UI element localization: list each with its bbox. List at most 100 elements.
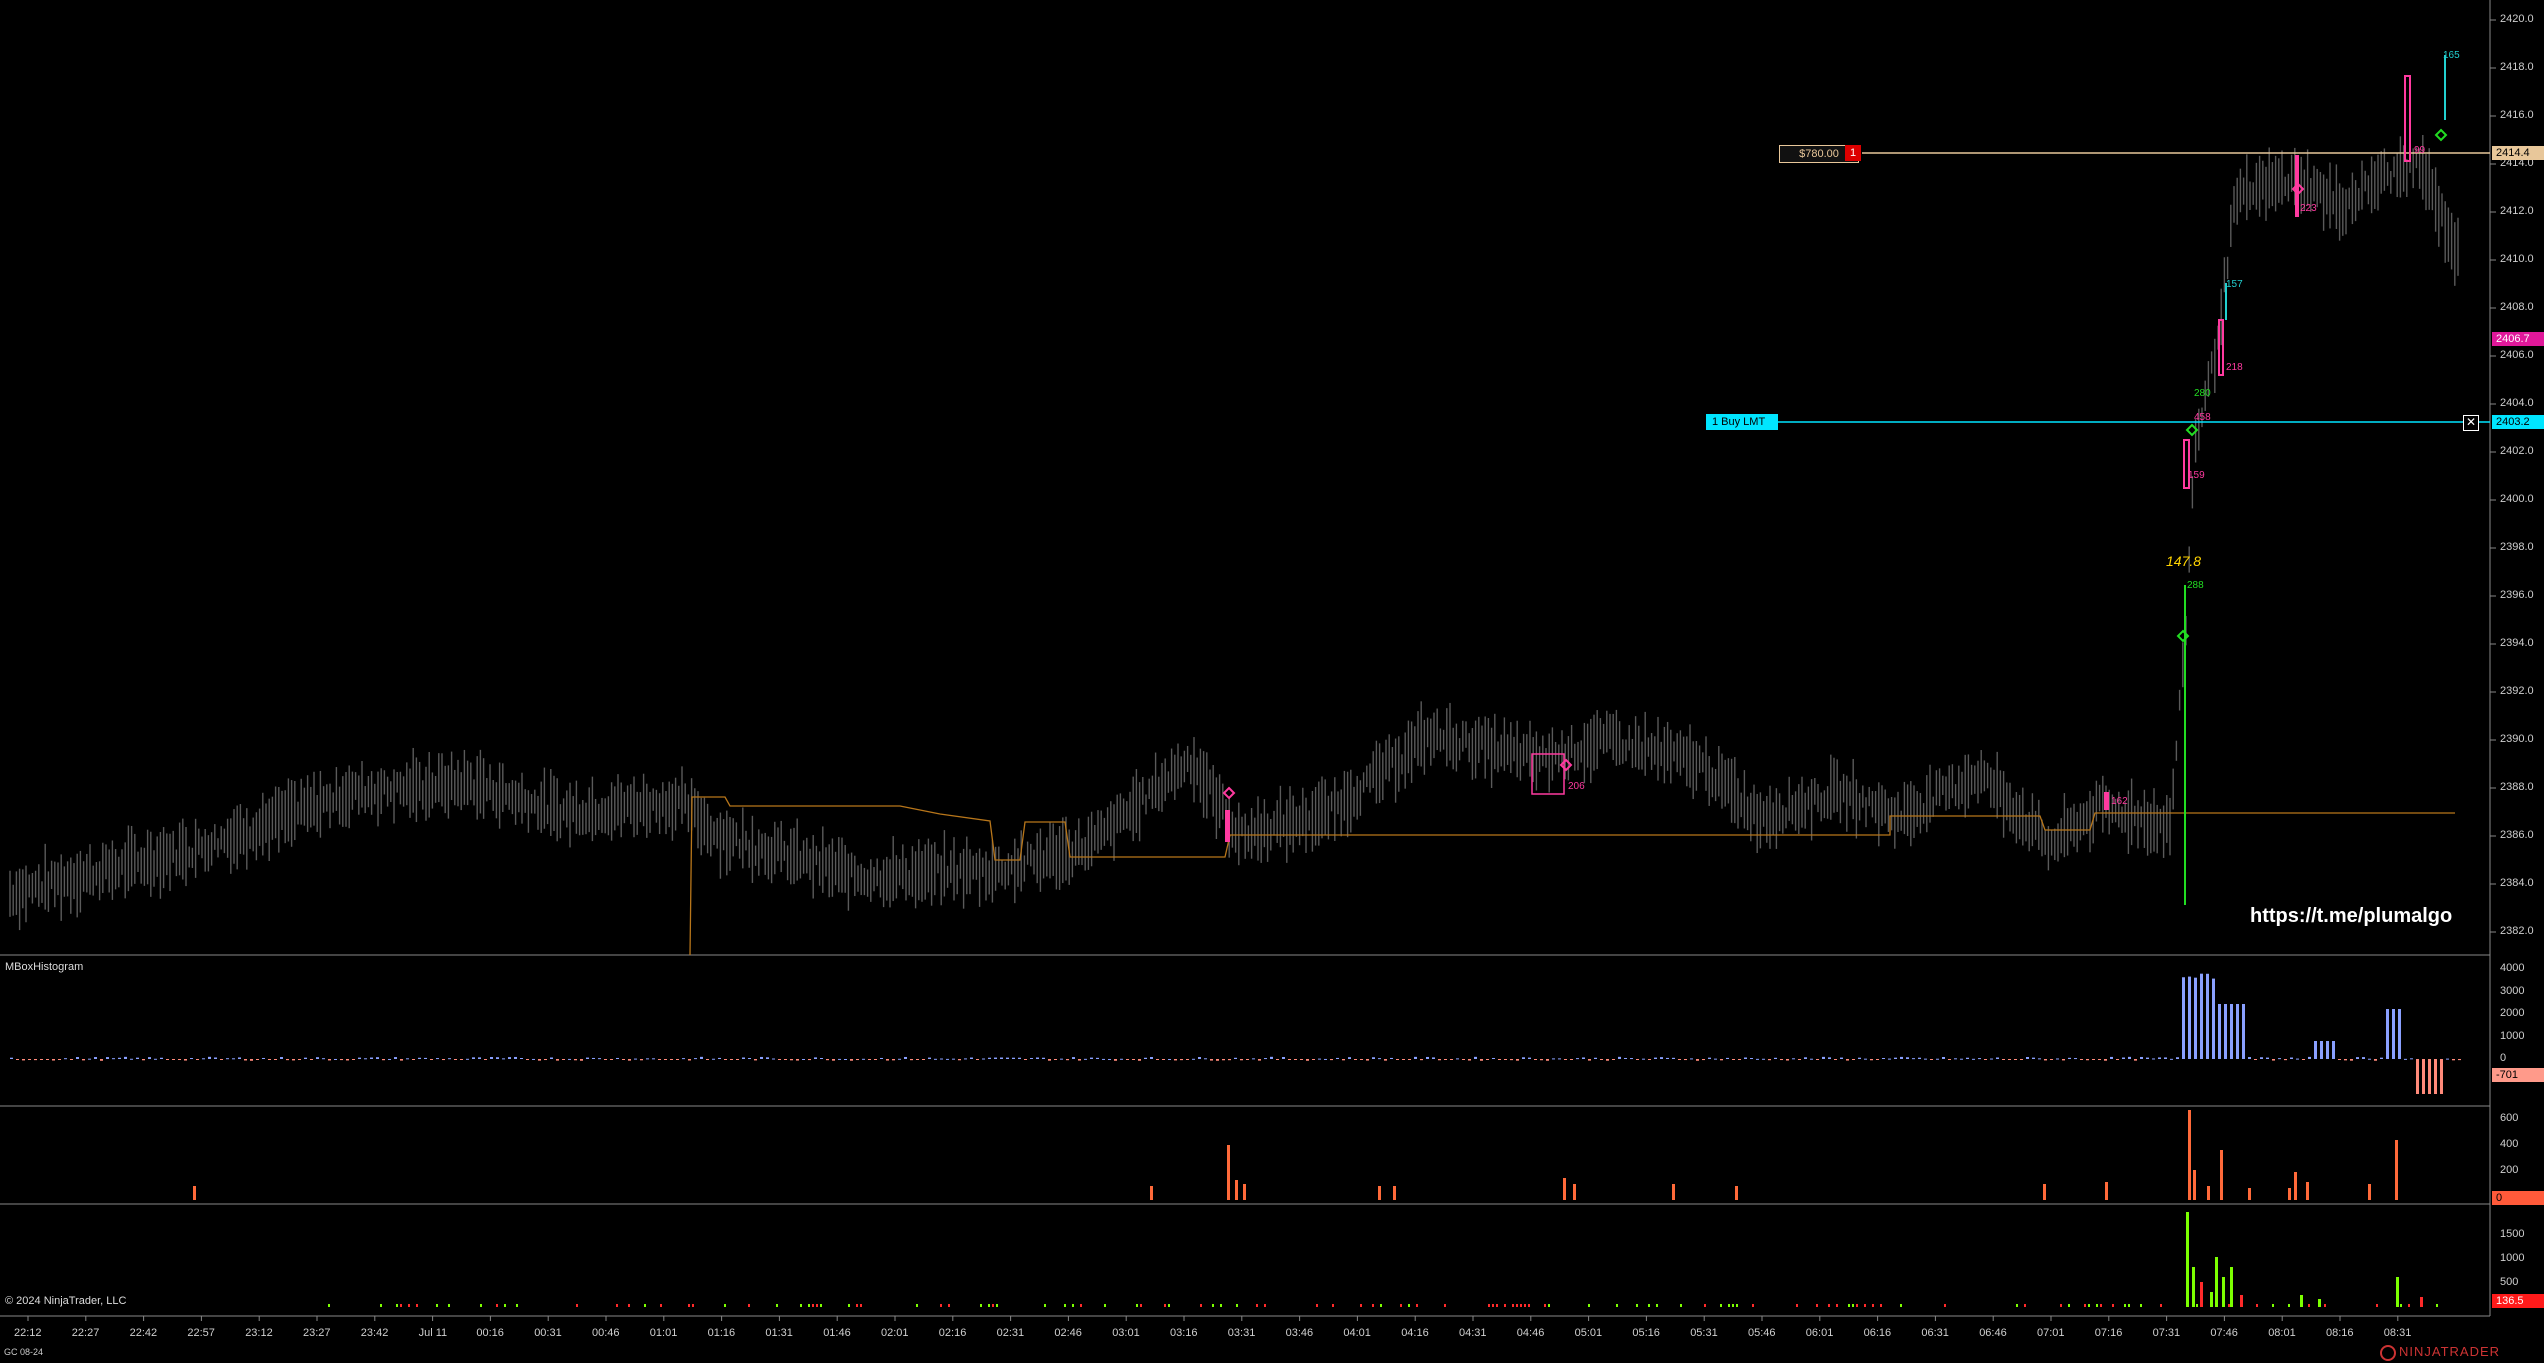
histogram-bar	[1228, 1059, 1231, 1061]
delta-bar	[848, 1304, 850, 1307]
histogram-bar	[1204, 1058, 1207, 1060]
histogram-bar	[1942, 1057, 1945, 1059]
histogram-bar	[1828, 1057, 1831, 1059]
histogram-bar	[256, 1059, 259, 1060]
histogram-bar	[838, 1058, 841, 1060]
histogram-bar	[1642, 1058, 1645, 1060]
histogram-bar	[1822, 1056, 1825, 1059]
histogram-bar	[1042, 1057, 1045, 1059]
delta-bar	[1900, 1304, 1902, 1307]
histogram-bar	[496, 1057, 499, 1059]
volume-bar	[1563, 1178, 1566, 1200]
histogram-bar	[1432, 1057, 1435, 1059]
buy-limit-order-tag[interactable]: 1 Buy LMT	[1706, 414, 1778, 430]
histogram-bar	[2176, 1057, 2179, 1059]
delta-bar	[1168, 1304, 1170, 1307]
histogram-bar	[826, 1059, 829, 1061]
instrument-label: GC 08-24	[4, 1347, 44, 1357]
histogram-bar	[766, 1057, 769, 1059]
delta-bar	[1544, 1304, 1546, 1307]
histogram-bar	[934, 1058, 937, 1060]
delta-bar	[1588, 1304, 1590, 1307]
histogram-bar	[1408, 1059, 1411, 1060]
histogram-bar	[1426, 1056, 1429, 1059]
delta-bar	[1828, 1304, 1830, 1307]
histogram-bar	[1180, 1059, 1183, 1061]
delta-bar	[688, 1304, 690, 1307]
histogram-bar	[1924, 1058, 1927, 1060]
volume-bar	[1227, 1145, 1230, 1200]
histogram-bar	[2026, 1057, 2029, 1059]
price-tick-label: 2408.0	[2500, 301, 2534, 313]
histogram-bar	[1702, 1059, 1705, 1061]
delta-bar	[2196, 1304, 2198, 1307]
delta-bar	[1332, 1304, 1334, 1307]
histogram-bar	[850, 1059, 853, 1061]
delta-bar	[692, 1304, 694, 1307]
price-tick-label: 2382.0	[2500, 925, 2534, 937]
delta-bar	[2200, 1282, 2203, 1307]
volume-bar	[2188, 1110, 2191, 1200]
time-tick-label: 00:16	[476, 1327, 504, 1339]
histogram-bar	[802, 1058, 805, 1060]
histogram-bar	[2398, 1009, 2401, 1059]
histogram-bar	[1534, 1059, 1537, 1060]
histogram-bar	[1108, 1058, 1111, 1060]
histogram-bar	[928, 1057, 931, 1059]
histogram-bar	[1624, 1057, 1627, 1059]
histogram-bar	[880, 1057, 883, 1059]
histogram-bar	[1396, 1059, 1399, 1060]
close-icon[interactable]: ✕	[2463, 415, 2479, 431]
histogram-bar	[2152, 1058, 2155, 1060]
histogram-bar	[1198, 1057, 1201, 1059]
price-tick-label: 2386.0	[2500, 829, 2534, 841]
price-tick-label: 2394.0	[2500, 637, 2534, 649]
histogram-bar	[2074, 1058, 2077, 1060]
position-price-tag: 2414.4	[2492, 146, 2544, 160]
histogram-bar	[1036, 1057, 1039, 1059]
histogram-bar	[58, 1059, 61, 1060]
histogram-bar	[1390, 1057, 1393, 1059]
histogram-bar	[532, 1058, 535, 1060]
histogram-value-tag: -701	[2492, 1068, 2544, 1082]
histogram-bar	[1306, 1059, 1309, 1061]
histogram-bar	[1480, 1059, 1483, 1061]
histogram-bar	[64, 1058, 67, 1060]
delta-bar	[2215, 1257, 2218, 1307]
price-tick-label: 2392.0	[2500, 685, 2534, 697]
histogram-bar	[244, 1059, 247, 1061]
delta-bar	[436, 1304, 438, 1307]
position-qty-tag[interactable]: 1	[1845, 145, 1861, 161]
delta-bar	[1256, 1304, 1258, 1307]
price-tick-label: 2406.0	[2500, 349, 2534, 361]
histogram-bar	[466, 1058, 469, 1060]
watermark-link[interactable]: https://t.me/plumalgo	[2250, 905, 2452, 928]
time-tick-label: 05:16	[1632, 1327, 1660, 1339]
histogram-bar	[2242, 1004, 2245, 1059]
histogram-bar	[2320, 1041, 2323, 1059]
chart-canvas[interactable]	[0, 0, 2544, 1363]
histogram-bar	[1114, 1059, 1117, 1061]
pink-bar	[2404, 75, 2411, 162]
histogram-bar	[1312, 1059, 1315, 1060]
delta-bar	[2124, 1304, 2126, 1307]
histogram-bar	[1162, 1059, 1165, 1060]
histogram-bar	[1678, 1059, 1681, 1060]
delta-bar	[1504, 1304, 1506, 1307]
histogram-bar	[1876, 1059, 1879, 1060]
histogram-bar	[1006, 1057, 1009, 1059]
delta-bar	[2300, 1295, 2303, 1307]
delta-bar	[1380, 1304, 1382, 1307]
histogram-bar	[160, 1057, 163, 1059]
histogram-bar	[2350, 1059, 2353, 1061]
histogram-bar	[286, 1059, 289, 1061]
histogram-bar	[94, 1057, 97, 1059]
delta-bar	[1656, 1304, 1658, 1307]
histogram-bar	[2296, 1058, 2299, 1060]
price-tick-label: 2388.0	[2500, 781, 2534, 793]
delta-bar	[2436, 1304, 2438, 1307]
histogram-bar	[898, 1058, 901, 1060]
time-tick-label: Jul 11	[418, 1327, 448, 1339]
histogram-bar	[592, 1057, 595, 1059]
histogram-bar	[694, 1058, 697, 1060]
